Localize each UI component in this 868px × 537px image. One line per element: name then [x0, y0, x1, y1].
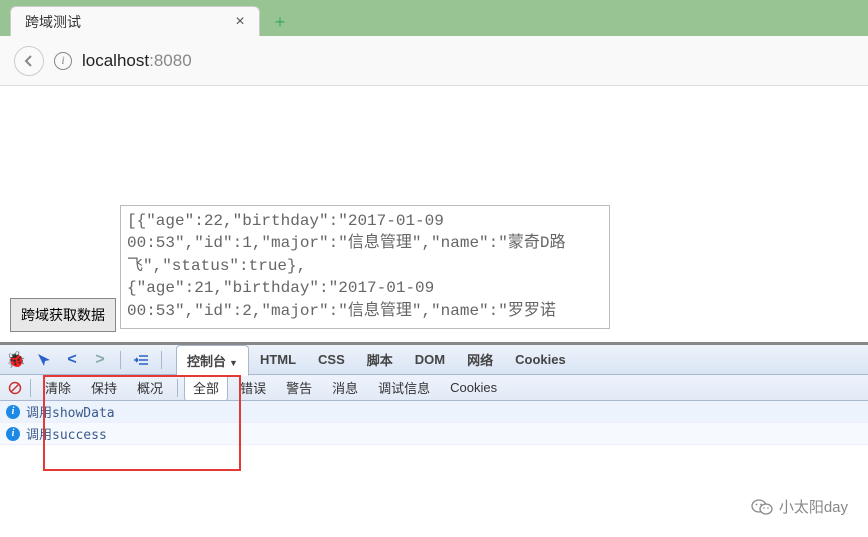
console-subbar: 清除 保持 概况 全部 错误 警告 消息 调试信息 Cookies — [0, 375, 868, 401]
inspect-icon[interactable] — [34, 350, 54, 370]
fetch-data-button[interactable]: 跨域获取数据 — [10, 298, 116, 332]
url-port: :8080 — [149, 51, 192, 70]
firebug-icon[interactable]: 🐞 — [6, 350, 26, 370]
watermark-text: 小太阳day — [779, 496, 848, 517]
sub-persist[interactable]: 保持 — [83, 375, 125, 400]
sub-info[interactable]: 消息 — [324, 375, 366, 400]
textarea-wrap — [120, 205, 610, 332]
sub-all[interactable]: 全部 — [184, 374, 228, 401]
devtools-tabs: 控制台▼ HTML CSS 脚本 DOM 网络 Cookies — [176, 344, 577, 375]
close-icon[interactable]: × — [231, 13, 249, 31]
sub-warnings[interactable]: 警告 — [278, 375, 320, 400]
tab-title: 跨域测试 — [25, 12, 231, 32]
console-row[interactable]: i 调用success — [0, 423, 868, 445]
site-info-icon[interactable]: i — [54, 52, 72, 70]
browser-chrome: 跨域测试 × + i localhost:8080 — [0, 0, 868, 88]
console-message: 调用success — [26, 424, 107, 443]
separator — [177, 379, 178, 397]
arrow-left-icon — [22, 54, 36, 68]
tab-cookies[interactable]: Cookies — [504, 346, 577, 373]
tab-html[interactable]: HTML — [249, 346, 307, 373]
new-tab-button[interactable]: + — [266, 8, 294, 36]
console-row[interactable]: i 调用showData — [0, 401, 868, 423]
watermark: 小太阳day — [751, 496, 848, 517]
nav-back-icon[interactable]: < — [62, 350, 82, 370]
sub-profile[interactable]: 概况 — [129, 375, 171, 400]
separator — [30, 379, 31, 397]
chevron-down-icon: ▼ — [229, 358, 238, 368]
sub-cookies[interactable]: Cookies — [442, 377, 505, 398]
tab-dom[interactable]: DOM — [404, 346, 456, 373]
response-textarea[interactable] — [120, 205, 610, 329]
tab-console[interactable]: 控制台▼ — [176, 345, 249, 376]
console-message: 调用showData — [26, 402, 115, 421]
separator — [161, 351, 162, 369]
tab-script[interactable]: 脚本 — [356, 344, 404, 375]
tab-net[interactable]: 网络 — [456, 344, 504, 375]
clear-console-icon[interactable] — [6, 379, 24, 397]
address-bar: i localhost:8080 — [0, 36, 868, 86]
sub-clear[interactable]: 清除 — [37, 375, 79, 400]
url-host: localhost — [82, 51, 149, 70]
devtools-panel: 🐞 < > 控制台▼ HTML CSS 脚本 DOM 网络 Cookies 清除… — [0, 342, 868, 537]
tab-strip: 跨域测试 × + — [0, 0, 868, 36]
separator — [120, 351, 121, 369]
wechat-icon — [751, 498, 773, 516]
step-icon[interactable] — [131, 350, 151, 370]
url-display[interactable]: localhost:8080 — [82, 51, 192, 71]
nav-forward-icon[interactable]: > — [90, 350, 110, 370]
info-icon: i — [6, 405, 20, 419]
sub-debug[interactable]: 调试信息 — [370, 375, 438, 400]
sub-errors[interactable]: 错误 — [232, 375, 274, 400]
console-output: i 调用showData i 调用success — [0, 401, 868, 445]
browser-tab[interactable]: 跨域测试 × — [10, 6, 260, 36]
tab-css[interactable]: CSS — [307, 346, 356, 373]
devtools-toolbar: 🐞 < > 控制台▼ HTML CSS 脚本 DOM 网络 Cookies — [0, 345, 868, 375]
back-button[interactable] — [14, 46, 44, 76]
page-content: 跨域获取数据 — [0, 88, 868, 342]
info-icon: i — [6, 427, 20, 441]
